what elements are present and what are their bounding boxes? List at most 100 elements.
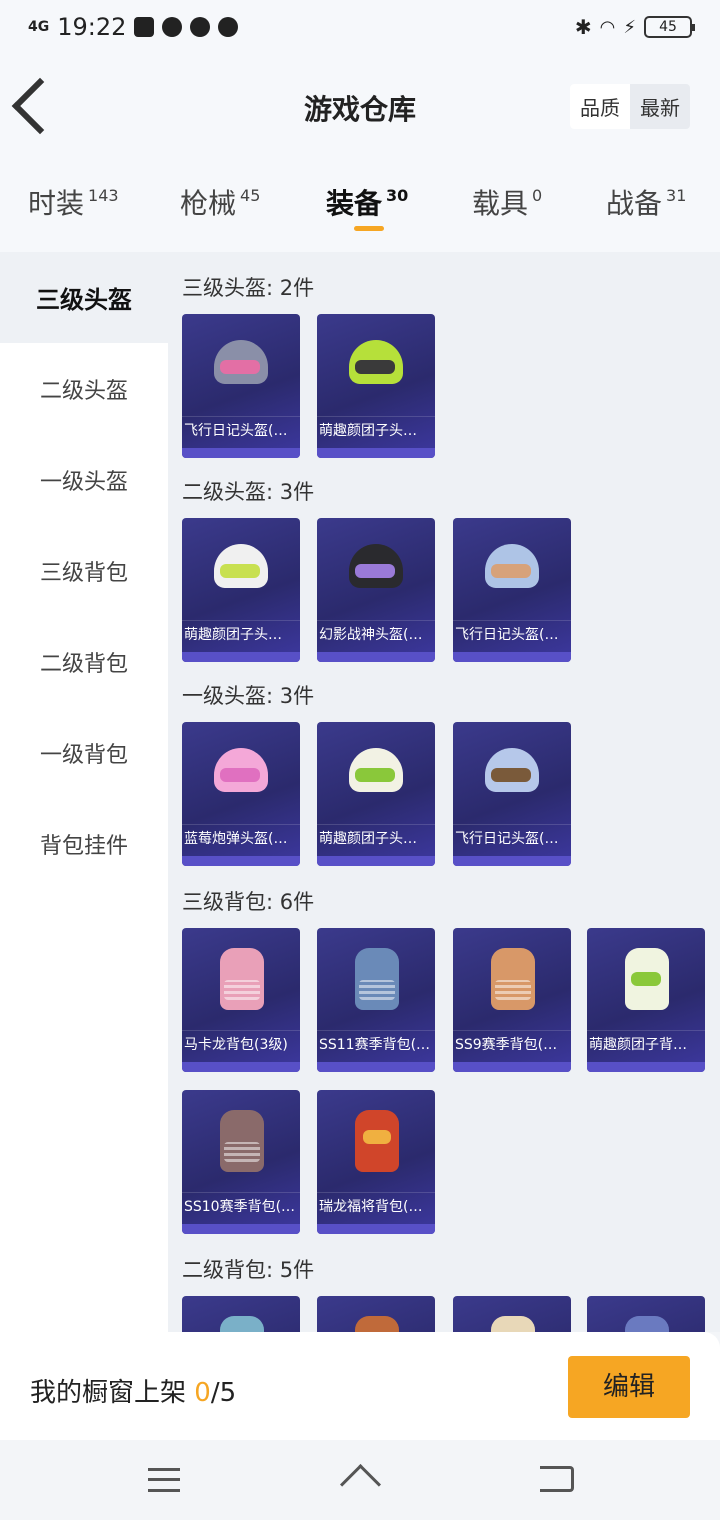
item-card[interactable]: 飞行日记头盔(… xyxy=(453,518,571,662)
item-card[interactable]: 幻影战神头盔(… xyxy=(317,518,435,662)
helmet-icon xyxy=(206,534,276,604)
item-card[interactable]: 萌趣颜团子头… xyxy=(182,518,300,662)
sidebar-item-helmet-1[interactable]: 一级头盔 xyxy=(0,434,168,525)
item-card[interactable]: SS9赛季背包(… xyxy=(453,928,571,1072)
item-card[interactable]: 马卡龙背包(3级) xyxy=(182,928,300,1072)
item-card[interactable]: SS10赛季背包(… xyxy=(182,1090,300,1234)
item-name: 马卡龙背包(3级) xyxy=(182,1030,300,1058)
sidebar-item-backpack-1[interactable]: 一级背包 xyxy=(0,707,168,798)
section-title: 三级背包: 6件 xyxy=(182,890,315,914)
backpack-icon xyxy=(477,944,547,1014)
sidebar-item-helmet-2[interactable]: 二级头盔 xyxy=(0,343,168,434)
clock: 19:22 xyxy=(57,13,127,41)
item-card[interactable] xyxy=(182,1296,300,1332)
item-card[interactable]: 瑞龙福将背包(… xyxy=(317,1090,435,1234)
item-name: 飞行日记头盔(… xyxy=(453,824,571,852)
tab-label: 装备 xyxy=(326,187,383,220)
mail-icon xyxy=(134,17,155,37)
helmet-icon xyxy=(477,738,547,808)
tab-label: 枪械 xyxy=(180,187,237,220)
tab-count: 0 xyxy=(532,186,543,205)
home-icon[interactable] xyxy=(338,1464,382,1494)
item-name: SS10赛季背包(… xyxy=(182,1192,300,1220)
sidebar-item-backpack-charm[interactable]: 背包挂件 xyxy=(0,798,168,889)
item-card[interactable] xyxy=(587,1296,705,1332)
item-name: 瑞龙福将背包(… xyxy=(317,1192,435,1220)
tab-active-indicator xyxy=(354,226,384,231)
item-card[interactable]: 飞行日记头盔(… xyxy=(182,314,300,458)
item-name: 蓝莓炮弹头盔(… xyxy=(182,824,300,852)
tab-combat-gear[interactable]: 战备 31 xyxy=(606,182,686,222)
sort-quality[interactable]: 品质 xyxy=(570,84,630,129)
item-card[interactable]: 萌趣颜团子头… xyxy=(317,722,435,866)
item-name: 萌趣颜团子头… xyxy=(182,620,300,648)
tab-fashion[interactable]: 时装 143 xyxy=(28,182,119,222)
back-nav-icon[interactable] xyxy=(540,1466,574,1492)
showcase-count: 0 xyxy=(194,1378,211,1408)
tab-label: 载具 xyxy=(472,187,529,220)
backpack-icon xyxy=(341,1312,411,1332)
sort-newest[interactable]: 最新 xyxy=(630,84,690,129)
charging-icon: ⚡ xyxy=(623,16,636,38)
backpack-icon xyxy=(206,1312,276,1332)
sidebar-item-helmet-3[interactable]: 三级头盔 xyxy=(0,252,168,343)
item-name: 飞行日记头盔(… xyxy=(453,620,571,648)
battery-indicator: 45 xyxy=(644,16,695,38)
helmet-icon xyxy=(341,330,411,400)
section-title: 三级头盔: 2件 xyxy=(182,276,315,300)
section-title: 一级头盔: 3件 xyxy=(182,684,315,708)
backpack-icon xyxy=(341,1106,411,1176)
item-card[interactable]: 蓝莓炮弹头盔(… xyxy=(182,722,300,866)
showcase-status: 我的橱窗上架 0/5 xyxy=(30,1372,236,1409)
tab-label: 战备 xyxy=(606,187,663,220)
menu-icon[interactable] xyxy=(148,1468,180,1492)
item-name: SS9赛季背包(… xyxy=(453,1030,571,1058)
network-indicator: 4G xyxy=(28,19,50,35)
helmet-icon xyxy=(206,738,276,808)
item-name: 萌趣颜团子背… xyxy=(587,1030,705,1058)
item-card[interactable] xyxy=(453,1296,571,1332)
category-tabs: 时装 143 枪械 45 装备 30 载具 0 战备 31 xyxy=(0,162,720,252)
item-name: 飞行日记头盔(… xyxy=(182,416,300,444)
helmet-icon xyxy=(477,534,547,604)
showcase-bar: 我的橱窗上架 0/5 编辑 xyxy=(0,1332,720,1440)
tab-count: 143 xyxy=(88,186,119,205)
item-name: SS11赛季背包(… xyxy=(317,1030,435,1058)
showcase-total: /5 xyxy=(210,1378,237,1408)
qq-icon xyxy=(162,17,183,37)
tab-guns[interactable]: 枪械 45 xyxy=(180,182,260,222)
status-bar: 4G 19:22 ✱ ◠ ⚡ 45 xyxy=(0,0,720,54)
item-card[interactable]: SS11赛季背包(… xyxy=(317,928,435,1072)
item-name: 萌趣颜团子头… xyxy=(317,416,435,444)
backpack-icon xyxy=(477,1312,547,1332)
tab-count: 30 xyxy=(386,186,409,205)
sidebar: 三级头盔 二级头盔 一级头盔 三级背包 二级背包 一级背包 背包挂件 xyxy=(0,252,168,1442)
item-card[interactable]: 飞行日记头盔(… xyxy=(453,722,571,866)
section-title: 二级背包: 5件 xyxy=(182,1258,315,1282)
item-card[interactable]: 萌趣颜团子头… xyxy=(317,314,435,458)
system-nav-bar xyxy=(0,1440,720,1520)
app-header: 游戏仓库 品质 最新 xyxy=(0,54,720,162)
tab-count: 45 xyxy=(240,186,261,205)
helmet-icon xyxy=(341,534,411,604)
item-name: 萌趣颜团子头… xyxy=(317,824,435,852)
bluetooth-icon: ✱ xyxy=(574,15,592,39)
item-card[interactable] xyxy=(317,1296,435,1332)
item-grid: 三级头盔: 2件 飞行日记头盔(… 萌趣颜团子头… 二级头盔: 3件 萌趣颜团子… xyxy=(168,252,720,1332)
helmet-icon xyxy=(341,738,411,808)
tab-vehicles[interactable]: 载具 0 xyxy=(472,182,542,222)
tab-label: 时装 xyxy=(28,187,85,220)
showcase-label: 我的橱窗上架 xyxy=(30,1378,195,1408)
tab-equipment[interactable]: 装备 30 xyxy=(326,182,409,231)
sidebar-item-backpack-3[interactable]: 三级背包 xyxy=(0,525,168,616)
wifi-icon: ◠ xyxy=(599,16,616,38)
section-title: 二级头盔: 3件 xyxy=(182,480,315,504)
tab-count: 31 xyxy=(666,186,687,205)
play-icon xyxy=(218,17,239,37)
wechat-icon xyxy=(190,17,211,37)
helmet-icon xyxy=(206,330,276,400)
sidebar-item-backpack-2[interactable]: 二级背包 xyxy=(0,616,168,707)
edit-button[interactable]: 编辑 xyxy=(568,1356,690,1418)
item-card[interactable]: 萌趣颜团子背… xyxy=(587,928,705,1072)
sort-toggle: 品质 最新 xyxy=(570,84,690,129)
